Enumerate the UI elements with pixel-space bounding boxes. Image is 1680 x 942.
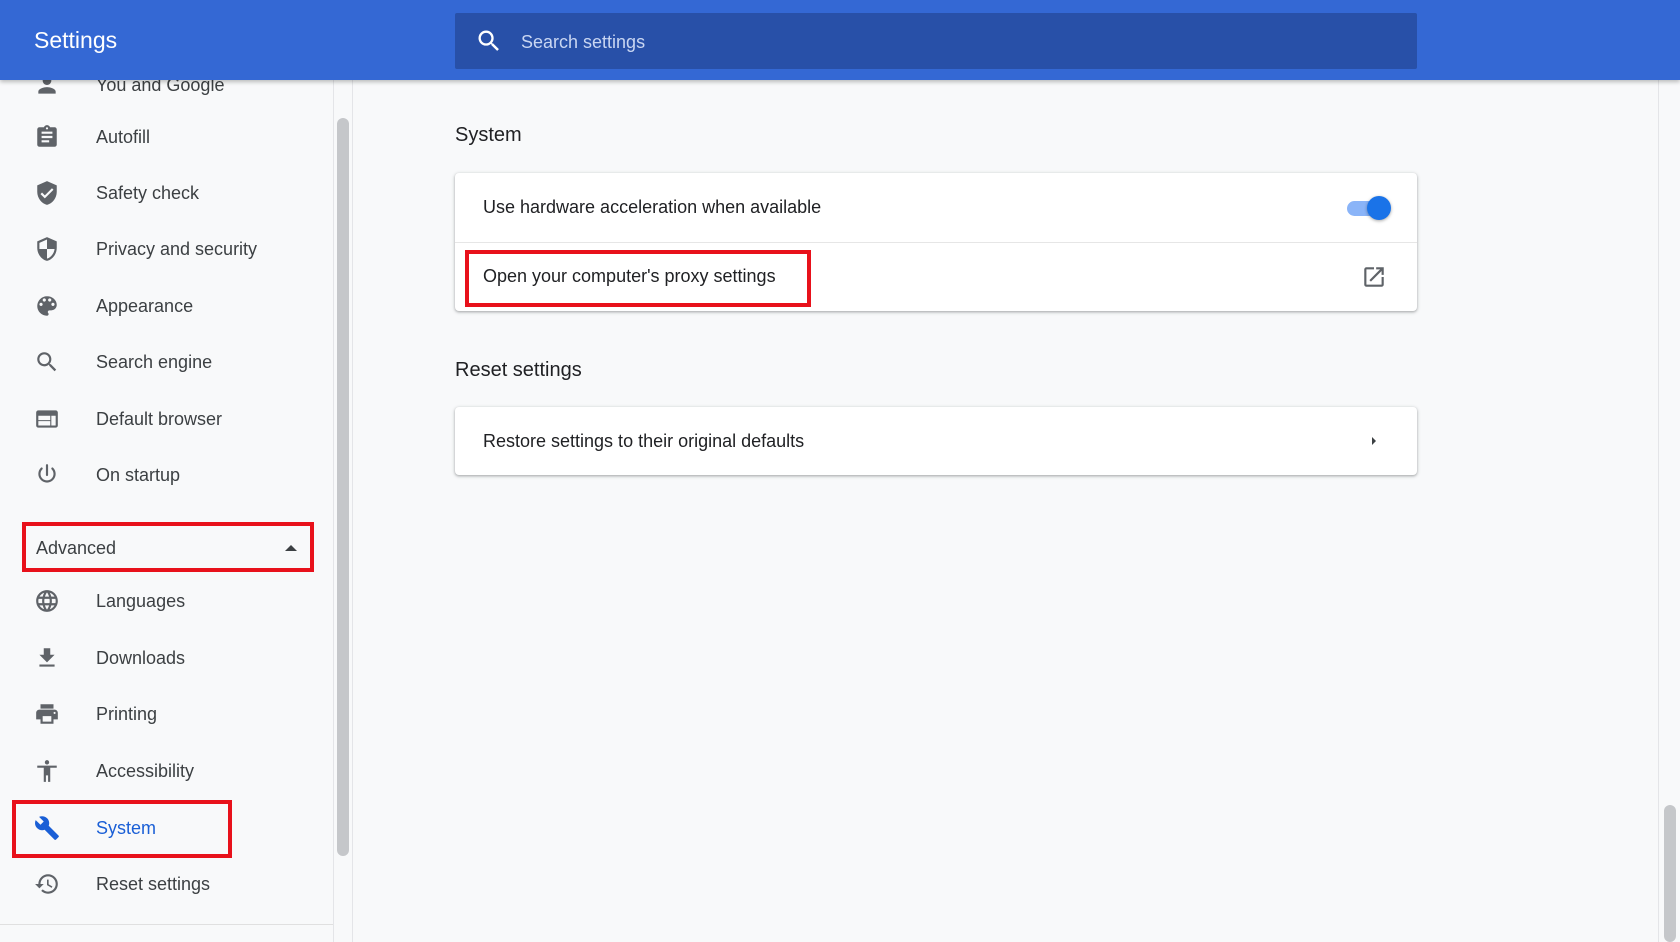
wrench-icon: [35, 816, 59, 840]
main-left-border: [352, 80, 353, 942]
sidebar-item-reset-settings[interactable]: Reset settings: [0, 861, 320, 907]
clipboard-icon: [37, 125, 57, 147]
sidebar-item-label: Printing: [96, 704, 158, 724]
caret-up-icon: [285, 545, 297, 551]
shield-icon: [37, 237, 57, 261]
power-icon: [38, 464, 56, 483]
chevron-right-icon: [1372, 437, 1376, 445]
sidebar-item-label: You and Google: [96, 80, 225, 95]
sidebar-item-label: Autofill: [96, 127, 151, 147]
shield-check-icon: [37, 181, 57, 205]
browser-window-icon: [36, 410, 58, 428]
sidebar-item-search-engine[interactable]: Search engine: [0, 339, 320, 385]
hardware-acceleration-toggle[interactable]: [1345, 195, 1391, 221]
system-section-title: System: [455, 124, 522, 146]
main-right-border: [1658, 80, 1659, 942]
sidebar-item-label: Reset settings: [96, 874, 211, 894]
search-box[interactable]: [455, 13, 1417, 69]
sidebar-item-appearance[interactable]: Appearance: [0, 283, 320, 329]
sidebar-item-default-browser[interactable]: Default browser: [0, 396, 320, 442]
sidebar-item-accessibility[interactable]: Accessibility: [0, 748, 320, 794]
search-icon[interactable]: [475, 27, 503, 55]
globe-icon: [36, 590, 58, 612]
sidebar-item-label: System: [96, 818, 157, 838]
sidebar-item-languages[interactable]: Languages: [0, 578, 320, 624]
person-icon: [38, 80, 56, 94]
sidebar-item-label: Search engine: [96, 352, 213, 372]
sidebar-item-label: Default browser: [96, 409, 223, 429]
restore-defaults-row[interactable]: Restore settings to their original defau…: [455, 407, 1417, 475]
restore-defaults-label: Restore settings to their original defau…: [483, 431, 805, 451]
sidebar-divider: [0, 924, 333, 925]
sidebar-item-on-startup[interactable]: On startup: [0, 452, 320, 498]
palette-icon: [37, 296, 57, 316]
open-in-new-icon[interactable]: [1361, 264, 1387, 290]
sidebar-item-autofill[interactable]: Autofill: [0, 114, 320, 160]
sidebar-item-label: Languages: [96, 591, 186, 611]
sidebar-item-label: On startup: [96, 465, 181, 485]
sidebar-item-label: Privacy and security: [96, 239, 258, 259]
advanced-label: Advanced: [36, 538, 117, 558]
sidebar-item-label: Accessibility: [96, 761, 195, 781]
sidebar-item-downloads[interactable]: Downloads: [0, 635, 320, 681]
accessibility-icon: [37, 760, 57, 782]
printer-icon: [36, 704, 58, 724]
sidebar: You and Google Autofill Safety check Pri…: [0, 80, 334, 942]
toggle-knob: [1367, 196, 1391, 220]
proxy-settings-row[interactable]: Open your computer's proxy settings: [455, 242, 1417, 311]
download-icon: [39, 648, 55, 667]
sidebar-item-label: Downloads: [96, 648, 186, 668]
app-title: Settings: [34, 27, 118, 53]
advanced-section-toggle[interactable]: Advanced: [22, 522, 314, 572]
hardware-acceleration-row[interactable]: Use hardware acceleration when available: [455, 173, 1417, 242]
reset-section-title: Reset settings: [455, 359, 582, 381]
system-card: Use hardware acceleration when available…: [455, 173, 1417, 311]
sidebar-item-label: Appearance: [96, 296, 194, 316]
sidebar-item-label: Safety check: [96, 183, 200, 203]
reset-card: Restore settings to their original defau…: [455, 407, 1417, 475]
history-icon: [35, 874, 58, 894]
search-icon: [37, 352, 57, 372]
hardware-acceleration-label: Use hardware acceleration when available: [483, 197, 822, 217]
sidebar-item-printing[interactable]: Printing: [0, 691, 320, 737]
top-bar: Settings: [0, 0, 1680, 80]
sidebar-scrollbar[interactable]: [337, 118, 349, 856]
sidebar-item-you-and-google[interactable]: You and Google: [0, 80, 320, 108]
row-divider: [455, 242, 1417, 243]
sidebar-item-safety-check[interactable]: Safety check: [0, 170, 320, 216]
main-scrollbar[interactable]: [1664, 805, 1676, 942]
sidebar-item-system[interactable]: System: [0, 805, 320, 851]
proxy-settings-label: Open your computer's proxy settings: [483, 266, 776, 286]
sidebar-item-privacy-and-security[interactable]: Privacy and security: [0, 226, 320, 272]
search-input[interactable]: [519, 25, 1383, 59]
